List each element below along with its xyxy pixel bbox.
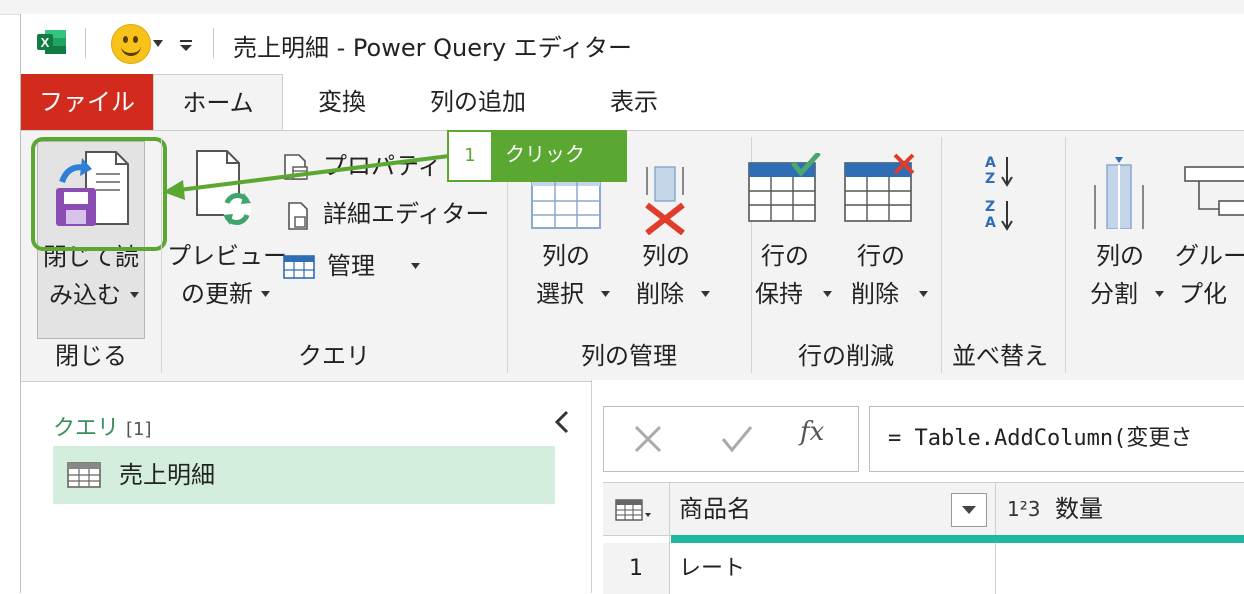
group-label-sort: 並べ替え — [952, 342, 1048, 370]
group-label-manage-columns: 列の管理 — [581, 342, 677, 370]
keep-rows-button[interactable]: 行の 保持 — [737, 141, 833, 337]
choose-columns-label-1: 列の — [542, 242, 590, 270]
close-and-load-highlight — [31, 137, 167, 251]
query-pane-title: クエリ [1] — [53, 410, 152, 442]
window-title: 売上明細 - Power Query エディター — [233, 34, 632, 62]
close-and-load-label-2: み込む — [49, 281, 121, 309]
keep-rows-icon — [748, 153, 821, 222]
remove-columns-label-2: 削除 — [636, 280, 684, 308]
tab-file[interactable]: ファイル — [21, 74, 153, 130]
split-column-label-1: 列の — [1096, 242, 1144, 270]
group-label-close: 閉じる — [55, 342, 127, 370]
query-count: [1] — [126, 419, 152, 440]
svg-text:A: A — [985, 155, 996, 171]
manage-label: 管理 — [327, 252, 375, 280]
formula-text: = Table.AddColumn(変更さ — [888, 426, 1193, 451]
cancel-formula-x-icon[interactable] — [632, 423, 664, 455]
cell-product-name[interactable]: レート — [679, 543, 745, 594]
svg-text:A: A — [985, 215, 996, 231]
svg-text:Z: Z — [985, 199, 995, 215]
close-and-load-dropdown-icon — [130, 292, 139, 298]
remove-rows-label-2: 削除 — [851, 280, 899, 308]
tab-home[interactable]: ホーム — [153, 74, 283, 132]
excel-icon: X — [37, 30, 66, 54]
instruction-callout: 1 クリック — [447, 130, 627, 182]
column-header-product-name[interactable]: 商品名 — [679, 483, 751, 535]
group-by-button[interactable]: グルー プ化 — [1171, 141, 1244, 337]
column-separator — [669, 483, 670, 594]
feedback-smiley-icon[interactable] — [111, 24, 151, 64]
svg-text:Z: Z — [985, 171, 995, 187]
data-grid: 商品名 1²3 数量 1 レート — [603, 482, 1244, 594]
collapse-pane-chevron-left-icon[interactable] — [551, 408, 571, 436]
remove-rows-button[interactable]: 行の 削除 — [833, 141, 929, 337]
choose-columns-dropdown-icon — [601, 291, 610, 297]
insert-function-fx-icon[interactable]: fx — [800, 417, 824, 447]
query-pane-title-text: クエリ — [53, 416, 120, 441]
sort-descending-icon[interactable]: Z A — [983, 197, 1015, 231]
remove-columns-dropdown-icon — [701, 291, 710, 297]
title-bar: X 売上明細 - Power Query エディター — [21, 14, 1244, 74]
formula-buttons: fx — [603, 406, 859, 472]
split-column-icon — [1094, 157, 1144, 229]
tab-transform[interactable]: 変換 — [297, 74, 387, 130]
remove-rows-dropdown-icon — [919, 291, 928, 297]
manage-dropdown-icon — [411, 263, 420, 269]
query-item-label: 売上明細 — [119, 461, 215, 489]
query-list-item[interactable]: 売上明細 — [53, 446, 555, 504]
group-by-label-2: プ化 — [1179, 280, 1227, 308]
ribbon-tab-row: ファイル ホーム 変換 列の追加 表示 — [21, 74, 1244, 132]
callout-arrow-icon — [163, 154, 450, 200]
remove-rows-icon — [844, 153, 915, 222]
column-quality-bar — [671, 535, 1244, 543]
group-label-query: クエリ — [298, 342, 370, 370]
manage-table-icon — [283, 255, 315, 279]
query-table-icon — [67, 462, 101, 488]
table-menu-icon[interactable] — [615, 499, 651, 521]
sort-ascending-icon[interactable]: A Z — [983, 153, 1015, 187]
tab-add-column[interactable]: 列の追加 — [413, 74, 543, 130]
split-column-button[interactable]: 列の 分割 — [1075, 141, 1165, 337]
group-separator — [1065, 137, 1066, 373]
remove-columns-icon — [645, 166, 685, 235]
customize-toolbar-icon[interactable] — [179, 38, 193, 52]
choose-columns-label-2: 選択 — [536, 280, 584, 308]
row-number: 1 — [603, 543, 669, 594]
remove-columns-label-1: 列の — [642, 242, 690, 270]
refresh-preview-label-1: プレビュー — [167, 242, 287, 270]
callout-text: クリック — [505, 142, 585, 166]
feedback-dropdown-icon[interactable] — [153, 40, 163, 48]
refresh-preview-dropdown-icon — [261, 291, 270, 297]
group-by-label-1: グルー — [1175, 242, 1244, 270]
remove-columns-button[interactable]: 列の 削除 — [621, 141, 711, 337]
column-filter-button[interactable] — [951, 493, 987, 527]
remove-rows-label-1: 行の — [857, 242, 905, 270]
svg-text:X: X — [41, 35, 50, 50]
power-query-window: X 売上明細 - Power Query エディター ファイル ホーム 変換 列… — [20, 14, 1244, 594]
formula-bar[interactable]: = Table.AddColumn(変更さ — [869, 406, 1244, 472]
grid-header-row: 商品名 1²3 数量 — [603, 483, 1244, 536]
confirm-formula-check-icon[interactable] — [720, 423, 754, 455]
filter-dropdown-icon — [962, 506, 976, 514]
keep-rows-label-2: 保持 — [755, 280, 803, 308]
tab-view[interactable]: 表示 — [589, 74, 679, 130]
keep-rows-label-1: 行の — [761, 242, 809, 270]
group-by-icon — [1184, 166, 1244, 216]
number-type-icon[interactable]: 1²3 — [1007, 483, 1040, 535]
background-sheet-strip — [0, 0, 1244, 15]
callout-step-number: 1 — [449, 132, 491, 180]
column-header-quantity[interactable]: 数量 — [1055, 483, 1103, 535]
split-column-label-2: 分割 — [1090, 280, 1138, 308]
group-label-reduce-rows: 行の削減 — [798, 342, 894, 370]
title-separator-2 — [213, 28, 214, 58]
title-separator — [85, 28, 86, 58]
split-column-dropdown-icon — [1155, 291, 1164, 297]
refresh-preview-label-2: の更新 — [181, 280, 253, 308]
